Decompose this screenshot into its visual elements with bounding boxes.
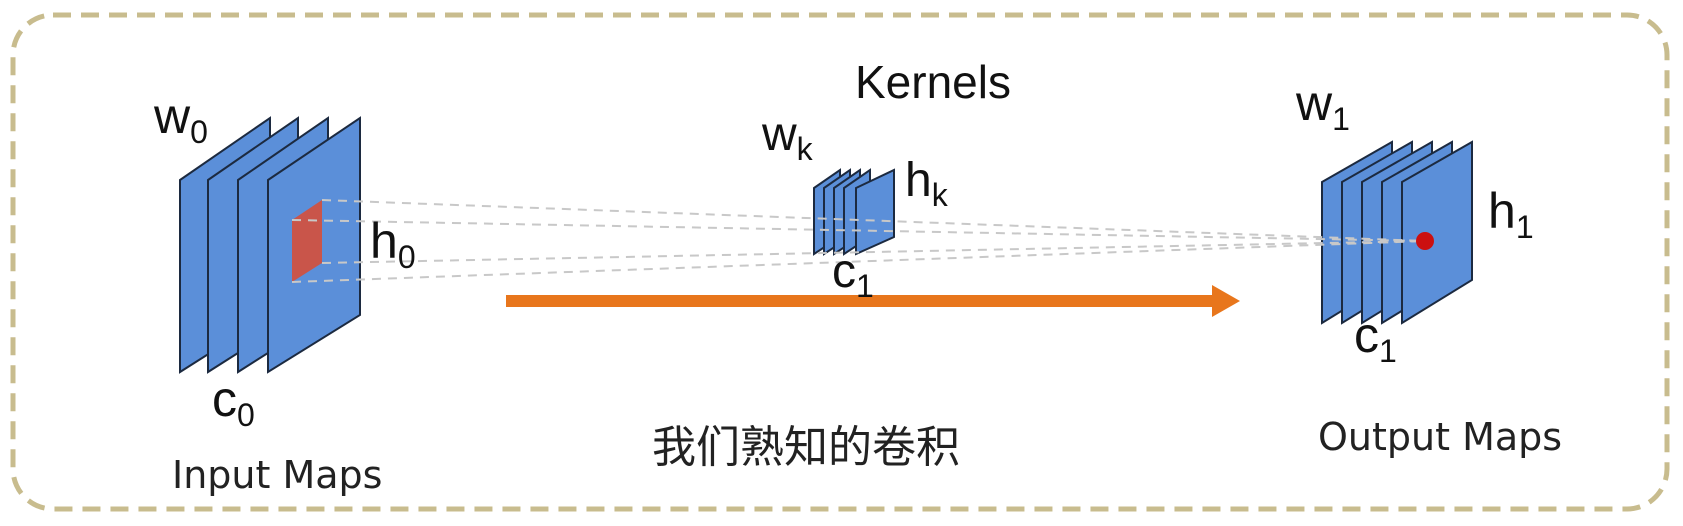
- kernel-h-label: hk: [905, 154, 949, 213]
- input-maps-stack: [179, 116, 361, 374]
- kernel-stack: [813, 168, 895, 256]
- input-w-label: w0: [153, 88, 208, 150]
- input-c-label: c0: [212, 371, 255, 433]
- arrow-head: [1212, 285, 1240, 317]
- output-caption: Output Maps: [1318, 415, 1562, 459]
- kernel-title: Kernels: [855, 56, 1011, 108]
- kernel-c-label: c1: [832, 245, 874, 304]
- input-caption: Input Maps: [172, 453, 382, 497]
- center-caption: 我们熟知的卷积: [652, 422, 960, 473]
- output-w-label: w1: [1295, 75, 1350, 137]
- output-h-label: h1: [1488, 183, 1534, 245]
- convolution-diagram: w0 h0 c0 Input Maps Kernels wk hk c1 w1 …: [10, 12, 1670, 512]
- output-point: [1416, 232, 1434, 250]
- diagram-canvas: w0 h0 c0 Input Maps Kernels wk hk c1 w1 …: [0, 0, 1683, 526]
- output-maps-stack: [1321, 140, 1473, 325]
- kernel-w-label: wk: [761, 108, 814, 167]
